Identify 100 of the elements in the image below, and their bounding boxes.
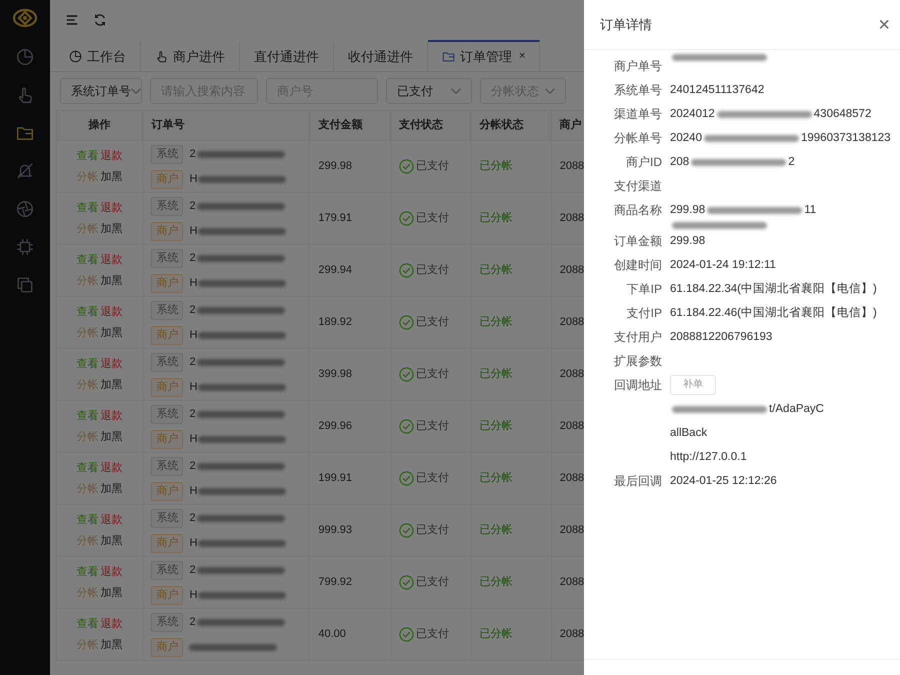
field-label: 最后回调 (613, 473, 663, 490)
status-text: 已分帐 (479, 316, 512, 328)
merchant-id: 2088 (560, 368, 584, 380)
merchant-id: 2088 (560, 212, 584, 224)
action-link[interactable]: 退款 (100, 356, 123, 372)
action-link[interactable]: 分帐 (76, 636, 99, 653)
action-link[interactable]: 退款 (100, 304, 123, 320)
action-link[interactable]: 查看 (76, 616, 99, 632)
chip-icon[interactable] (16, 238, 34, 256)
action-link[interactable]: 查看 (76, 564, 99, 580)
order-number: 2 (189, 458, 196, 474)
merchant-id: 2088 (560, 420, 584, 432)
action-link[interactable]: 加黑 (100, 532, 123, 549)
action-link[interactable]: 加黑 (100, 220, 123, 237)
field-value: 430648572 (814, 107, 872, 122)
action-link[interactable]: 加黑 (100, 168, 123, 185)
order-number: H (189, 276, 198, 291)
action-link[interactable]: 查看 (76, 200, 99, 216)
tag: 系统 (151, 456, 184, 476)
status-text: 已分帐 (479, 576, 512, 588)
action-link[interactable]: 分帐 (76, 272, 99, 289)
menu-icon[interactable] (65, 13, 79, 27)
action-link[interactable]: 退款 (100, 200, 123, 216)
hand-icon[interactable] (16, 86, 34, 104)
action-link[interactable]: 退款 (100, 460, 123, 476)
action-link[interactable]: 加黑 (100, 324, 123, 341)
field-label: 支付用户 (613, 329, 663, 346)
action-link[interactable]: 退款 (100, 252, 123, 268)
tag: 商户 (151, 222, 184, 240)
dropdown[interactable]: 系统订单号 (60, 78, 142, 104)
action-link[interactable]: 加黑 (100, 584, 123, 601)
check-circle-icon (398, 263, 414, 278)
order-number: 2 (189, 562, 196, 578)
action-link[interactable]: 分帐 (76, 428, 99, 445)
tag: 商户 (151, 534, 184, 552)
field-label: 商户单号 (613, 58, 663, 75)
action-link[interactable]: 加黑 (100, 428, 123, 445)
pie-chart-icon[interactable] (16, 48, 34, 66)
tag: 商户 (151, 274, 184, 292)
status-text: 已分帐 (479, 524, 512, 536)
status-text: 已分帐 (479, 264, 512, 276)
action-link[interactable]: 加黑 (100, 636, 123, 653)
action-link[interactable]: 退款 (100, 616, 123, 632)
bell-off-icon[interactable] (16, 162, 34, 180)
order-number: H (189, 328, 198, 343)
field-value: 61.184.22.46(中国湖北省襄阳【电信】) (670, 305, 877, 321)
action-link[interactable]: 分帐 (76, 220, 99, 237)
chevron-icon (131, 88, 141, 94)
action-link[interactable]: 退款 (100, 148, 123, 164)
dropdown[interactable]: 已支付 (386, 78, 472, 104)
field-value: t/AdaPayC (769, 402, 824, 417)
copy-icon[interactable] (16, 276, 34, 294)
action-link[interactable]: 查看 (76, 408, 99, 424)
field-label: 渠道单号 (613, 106, 663, 123)
order-number: H (189, 224, 198, 239)
tab[interactable]: 订单管理 × (428, 40, 540, 71)
action-link[interactable]: 查看 (76, 304, 99, 320)
action-link[interactable]: 退款 (100, 564, 123, 580)
merchant-id: 2088 (560, 472, 584, 484)
action-link[interactable]: 分帐 (76, 376, 99, 393)
action-link[interactable]: 加黑 (100, 376, 123, 393)
action-link[interactable]: 查看 (76, 512, 99, 528)
status-text: 已支付 (416, 471, 449, 486)
action-link[interactable]: 退款 (100, 408, 123, 424)
refresh-icon[interactable] (93, 13, 107, 27)
action-link[interactable]: 加黑 (100, 272, 123, 289)
action-link[interactable]: 分帐 (76, 480, 99, 497)
check-circle-icon (398, 575, 414, 590)
column-header: 支付状态 (398, 119, 443, 132)
field-value: 61.184.22.34(中国湖北省襄阳【电信】) (670, 281, 877, 297)
pie-chart-icon (69, 50, 82, 63)
tag: 商户 (151, 170, 184, 188)
tag: 系统 (151, 248, 184, 268)
action-link[interactable]: 分帐 (76, 532, 99, 549)
action-link[interactable]: 分帐 (76, 324, 99, 341)
action-link[interactable]: 查看 (76, 148, 99, 164)
action-link[interactable]: 分帐 (76, 584, 99, 601)
amount-text: 399.98 (318, 368, 352, 380)
merchant-id: 2088 (560, 160, 584, 172)
aperture-icon[interactable] (16, 200, 34, 218)
field-value: 11 (804, 203, 816, 218)
action-link[interactable]: 查看 (76, 252, 99, 268)
status-text: 已支付 (416, 159, 449, 174)
action-link[interactable]: 退款 (100, 512, 123, 528)
hand-icon (155, 50, 168, 63)
close-button[interactable]: × (878, 14, 890, 34)
close-icon[interactable]: × (519, 48, 526, 65)
logo-icon (12, 8, 38, 28)
action-link[interactable]: 查看 (76, 460, 99, 476)
reorder-button[interactable]: 补单 (670, 375, 716, 395)
status-text: 已分帐 (479, 160, 512, 172)
amount-text: 299.94 (318, 264, 352, 276)
amount-text: 299.98 (318, 160, 352, 172)
action-link[interactable]: 加黑 (100, 480, 123, 497)
status-text: 已支付 (416, 575, 449, 590)
status-text: 已支付 (416, 419, 449, 434)
action-link[interactable]: 查看 (76, 356, 99, 372)
tag: 系统 (151, 352, 184, 372)
action-link[interactable]: 分帐 (76, 168, 99, 185)
tag: 系统 (151, 560, 184, 580)
